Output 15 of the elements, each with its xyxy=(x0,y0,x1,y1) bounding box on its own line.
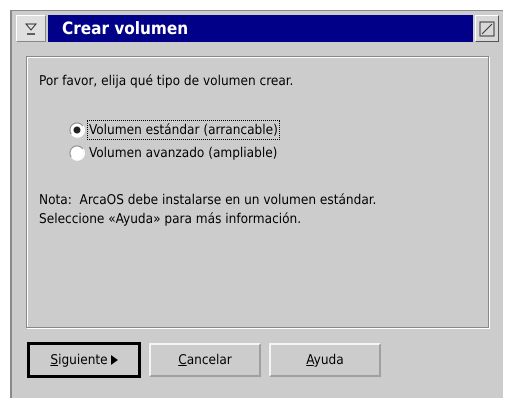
prompt-text: Por favor, elija qué tipo de volumen crear. xyxy=(39,73,294,89)
radio-button[interactable] xyxy=(69,145,85,161)
dialog-button[interactable]: Siguiente xyxy=(27,342,141,378)
note-text: Seleccione «Ayuda» para más información. xyxy=(39,211,302,227)
maximize-button[interactable] xyxy=(475,15,499,42)
option-label[interactable]: Volumen estándar (arrancable) xyxy=(88,121,279,139)
hide-icon xyxy=(24,22,38,36)
dialog-button[interactable]: Cancelar xyxy=(149,343,261,377)
maximize-icon xyxy=(479,20,495,36)
note-text: Nota: ArcaOS debe instalarse en un volumen estándar. xyxy=(39,192,378,208)
radio-button[interactable] xyxy=(69,122,85,138)
system-menu-button[interactable] xyxy=(16,15,46,42)
dialog-button[interactable]: Ayuda xyxy=(269,343,381,377)
option-label[interactable]: Volumen avanzado (ampliable) xyxy=(88,144,278,162)
window-title: Crear volumen xyxy=(48,15,473,42)
